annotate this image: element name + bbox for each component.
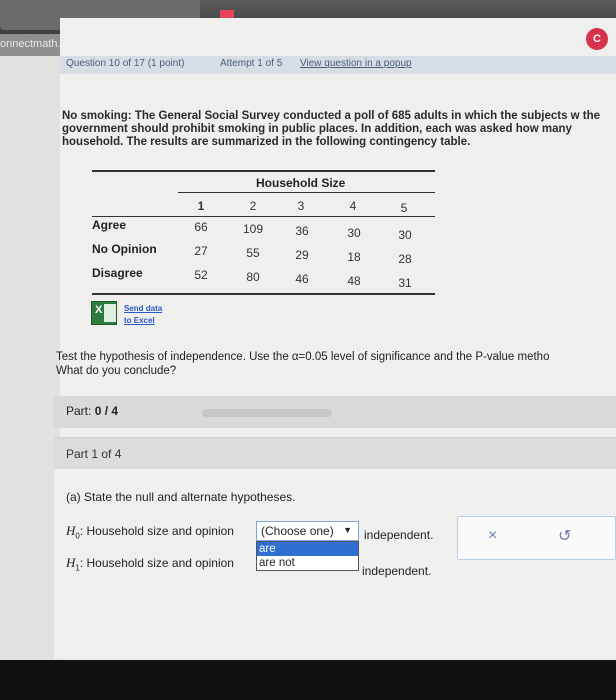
part-progress-bar: Part: 0 / 4	[54, 396, 616, 428]
table-cell: 18	[347, 250, 361, 264]
h1-statement: H1: Household size and opinion	[66, 555, 234, 572]
table-cell: 66	[194, 220, 208, 234]
h0-relation-select[interactable]: (Choose one) ▼	[256, 521, 359, 541]
table-cell: 46	[295, 272, 309, 286]
part-header: Part 1 of 4	[54, 437, 616, 469]
test-instructions: Test the hypothesis of independence. Use…	[56, 350, 616, 378]
table-cell: 27	[194, 244, 208, 258]
h0-symbol: H	[66, 523, 76, 538]
clear-icon[interactable]: ×	[488, 527, 497, 545]
table-header-bottom-rule	[92, 216, 435, 217]
undo-icon[interactable]: ↺	[558, 526, 571, 546]
send-data-to-excel-link[interactable]: Send data to Excel	[124, 303, 162, 327]
part-progress-label: Part: 0 / 4	[66, 404, 118, 418]
part-value: 0 / 4	[94, 404, 119, 418]
test-line1: Test the hypothesis of independence. Use…	[56, 351, 550, 363]
table-column-header: 2	[249, 199, 257, 213]
table-cell: 52	[194, 268, 208, 282]
send-data-line1: Send data	[124, 304, 163, 313]
table-header-rule	[178, 192, 435, 193]
problem-label: No smoking:	[62, 110, 132, 122]
dropdown-options: are are not	[256, 541, 359, 571]
bottom-bezel	[0, 660, 616, 700]
test-line2: What do you conclude?	[56, 365, 177, 377]
part-label: Part:	[66, 404, 92, 418]
table-cell: 29	[295, 248, 309, 262]
view-popup-link[interactable]: View question in a popup	[300, 58, 412, 69]
part-header-label: Part 1 of 4	[66, 447, 122, 461]
chevron-down-icon: ▼	[343, 525, 352, 535]
send-data-line2: to Excel	[124, 316, 155, 325]
excel-icon[interactable]: X	[91, 301, 117, 325]
question-a: (a) State the null and alternate hypothe…	[66, 490, 296, 504]
h0-statement: H0: Household size and opinion	[66, 523, 234, 540]
table-cell: 36	[295, 224, 309, 238]
table-column-group-header: Household Size	[256, 176, 346, 190]
table-cell: 80	[246, 270, 260, 284]
problem-statement: No smoking: The General Social Survey co…	[62, 110, 616, 149]
h0-suffix: independent.	[364, 528, 434, 542]
table-row-label: No Opinion	[92, 242, 157, 256]
table-cell: 31	[398, 276, 412, 290]
h1-prefix: : Household size and opinion	[79, 556, 234, 570]
progress-track	[202, 409, 332, 417]
table-column-header: 4	[349, 199, 357, 213]
h0-prefix: : Household size and opinion	[79, 524, 234, 538]
table-column-header: 1	[197, 199, 205, 213]
table-top-rule	[92, 170, 435, 172]
problem-text: The General Social Survey conducted a po…	[62, 110, 601, 148]
h1-symbol: H	[66, 555, 76, 570]
table-row-label: Disagree	[92, 266, 143, 280]
h1-suffix: independent.	[362, 564, 432, 578]
question-number: Question 10 of 17 (1 point)	[66, 58, 185, 69]
attempt-info: Attempt 1 of 5	[220, 58, 283, 69]
table-cell: 30	[347, 226, 361, 240]
select-value: (Choose one)	[261, 524, 334, 538]
option-are[interactable]: are	[257, 542, 358, 556]
table-cell: 30	[398, 228, 412, 242]
table-bottom-rule	[92, 293, 435, 295]
option-are-not[interactable]: are not	[257, 556, 358, 570]
browser-profile-button[interactable]: C	[586, 28, 608, 50]
question-navigation-bar: Question 10 of 17 (1 point) Attempt 1 of…	[60, 56, 616, 74]
table-column-header: 3	[297, 199, 305, 213]
table-cell: 109	[242, 222, 264, 236]
answer-actions: × ↺	[457, 516, 616, 560]
table-cell: 55	[246, 246, 260, 260]
table-column-header: 5	[400, 201, 408, 215]
table-cell: 28	[398, 252, 412, 266]
sidebar	[0, 56, 60, 660]
table-cell: 48	[347, 274, 361, 288]
table-row-label: Agree	[92, 218, 127, 232]
